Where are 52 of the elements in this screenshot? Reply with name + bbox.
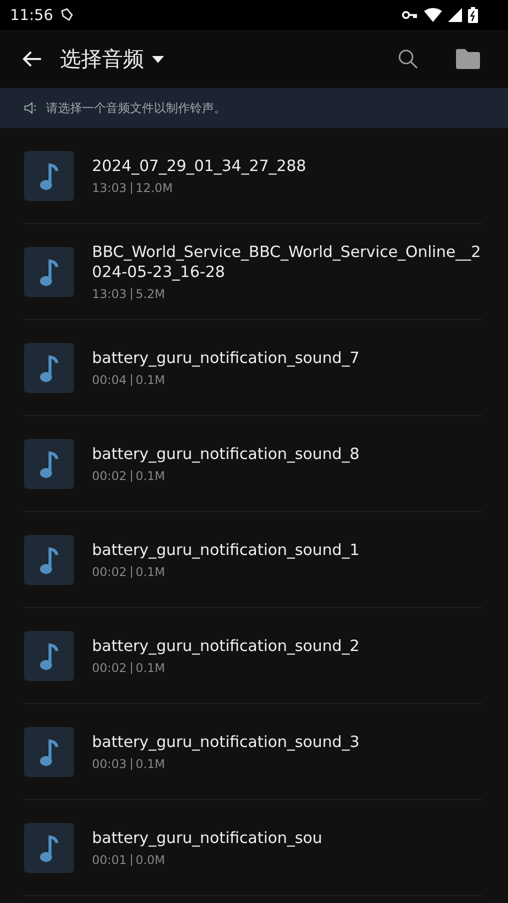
file-name: battery_guru_notification_sound_7 <box>92 348 360 368</box>
page-title[interactable]: 选择音频 <box>60 45 144 73</box>
music-note-icon <box>24 342 74 392</box>
file-size: 0.1M <box>136 565 166 579</box>
file-duration: 13:03 <box>92 287 127 301</box>
key-icon <box>402 10 418 20</box>
file-name: BBC_World_Service_BBC_World_Service_Online__2024-05-23_16-28 <box>92 242 482 282</box>
audio-file-item[interactable]: battery_guru_notification_sound_8 00:02 0.1M <box>24 416 482 512</box>
file-name: 2024_07_29_01_34_27_288 <box>92 156 306 176</box>
file-size: 0.0M <box>136 853 166 867</box>
file-name: battery_guru_notification_sound_3 <box>92 732 360 752</box>
audio-file-item[interactable]: 2024_07_29_01_34_27_288 13:03 12.0M <box>24 128 482 224</box>
music-note-icon <box>24 726 74 776</box>
music-note-icon <box>24 246 74 296</box>
audio-file-item[interactable]: battery_guru_notification_sound_3 00:03 0.1M <box>24 704 482 800</box>
back-arrow-icon[interactable] <box>22 50 42 68</box>
file-name: battery_guru_notification_sound_8 <box>92 444 360 464</box>
file-size: 0.1M <box>136 373 166 387</box>
battery-icon <box>468 7 478 23</box>
audio-file-item[interactable]: battery_guru_notification_sou 00:01 0.0M <box>24 800 482 896</box>
audio-file-item[interactable]: battery_guru_notification_sound_7 00:04 0.1M <box>24 320 482 416</box>
file-name: battery_guru_notification_sound_1 <box>92 540 360 560</box>
file-size: 0.1M <box>136 757 166 771</box>
audio-file-item[interactable]: BBC_World_Service_BBC_World_Service_Online__2024-05-23_16-28 13:03 5.2M <box>24 224 482 320</box>
music-note-icon <box>24 534 74 584</box>
file-size: 5.2M <box>136 287 166 301</box>
music-note-icon <box>24 150 74 200</box>
search-icon[interactable] <box>398 49 418 69</box>
file-size: 0.1M <box>136 661 166 675</box>
audio-file-item[interactable]: battery_guru_notification_sound_1 00:02 0.1M <box>24 512 482 608</box>
speaker-icon <box>24 102 38 114</box>
file-duration: 00:01 <box>92 853 127 867</box>
file-duration: 00:03 <box>92 757 127 771</box>
file-duration: 00:02 <box>92 469 127 483</box>
banner-text: 请选择一个音频文件以制作铃声。 <box>46 100 226 116</box>
file-name: battery_guru_notification_sou <box>92 828 322 848</box>
wifi-icon <box>424 8 442 22</box>
file-duration: 00:02 <box>92 661 127 675</box>
status-time: 11:56 <box>10 6 54 24</box>
file-duration: 00:02 <box>92 565 127 579</box>
music-note-icon <box>24 438 74 488</box>
file-size: 0.1M <box>136 469 166 483</box>
folder-icon[interactable] <box>456 49 480 69</box>
dropdown-caret-icon[interactable] <box>152 56 164 62</box>
file-size: 12.0M <box>136 181 173 195</box>
music-note-icon <box>24 822 74 872</box>
music-note-icon <box>24 630 74 680</box>
file-duration: 00:04 <box>92 373 127 387</box>
file-duration: 13:03 <box>92 181 127 195</box>
signal-icon <box>448 8 462 22</box>
audio-file-item[interactable]: battery_guru_notification_sound_2 00:02 0.1M <box>24 608 482 704</box>
file-name: battery_guru_notification_sound_2 <box>92 636 360 656</box>
